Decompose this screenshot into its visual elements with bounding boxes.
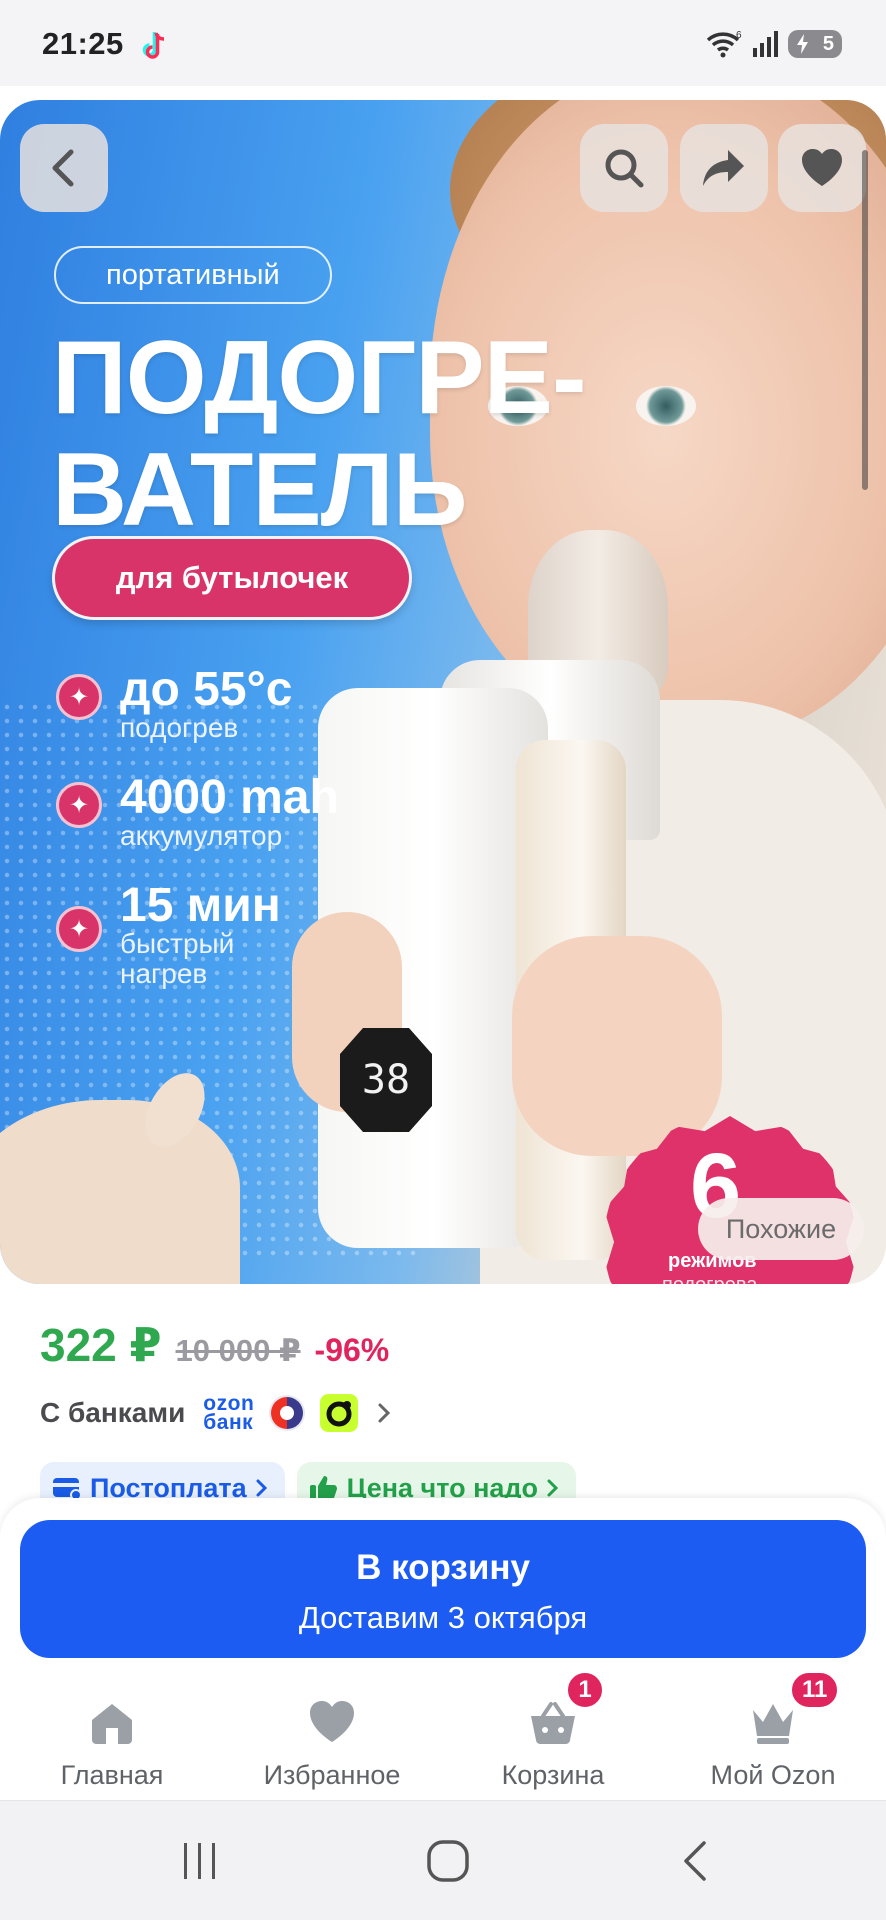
product-image-carousel[interactable]: 38 портативный ПОДОГРЕ- ВАТЕЛЬ для бутыл… — [0, 100, 886, 1284]
chevron-right-icon — [256, 1479, 267, 1497]
price-old: 10 000 ₽ — [175, 1333, 301, 1368]
back-button[interactable] — [20, 124, 108, 212]
status-bar: 21:25 6 5 — [0, 0, 886, 86]
signal-icon — [753, 31, 778, 57]
heart-icon — [310, 1701, 354, 1742]
my-ozon-count-badge: 11 — [789, 1670, 841, 1710]
share-icon — [703, 150, 744, 186]
home-icon — [92, 1704, 132, 1744]
price-current: 322 ₽ — [40, 1319, 162, 1371]
recent-apps-icon — [184, 1843, 215, 1879]
chevron-left-icon — [52, 149, 74, 187]
nav-item-home[interactable]: Главная — [2, 1684, 222, 1800]
subtitle-pill: для бутылочек — [52, 536, 412, 620]
add-to-cart-label: В корзину — [356, 1548, 530, 1587]
product-tag: портативный — [54, 246, 332, 304]
bank-logo-icon — [269, 1395, 306, 1431]
share-button[interactable] — [680, 124, 768, 212]
favorite-button[interactable] — [778, 124, 866, 212]
product-headline: ПОДОГРЕ- ВАТЕЛЬ — [52, 320, 587, 548]
heart-icon — [802, 149, 842, 186]
back-chevron-icon — [684, 1841, 706, 1881]
bottom-sheet: В корзину Доставим 3 октября Главная Изб… — [0, 1498, 886, 1800]
delivery-date: Доставим 3 октября — [298, 1600, 588, 1635]
crown-icon — [753, 1704, 793, 1744]
charging-bolt-icon — [797, 34, 808, 54]
nav-item-favorites[interactable]: Избранное — [222, 1684, 442, 1800]
svg-text:6: 6 — [736, 30, 742, 41]
temperature-display: 38 — [340, 1028, 432, 1132]
system-back-button[interactable] — [666, 1835, 726, 1887]
cart-count-badge: 1 — [565, 1670, 605, 1710]
bank-logo-icon — [320, 1394, 359, 1432]
recent-apps-button[interactable] — [170, 1835, 230, 1887]
banks-label: С банками — [40, 1397, 186, 1428]
similar-products-button[interactable]: Похожие — [698, 1198, 864, 1260]
chevron-right-icon — [547, 1479, 559, 1497]
battery-level: 5 — [822, 32, 834, 55]
search-button[interactable] — [580, 124, 668, 212]
system-navigation-bar — [0, 1800, 886, 1920]
image-scroll-indicator — [862, 150, 868, 490]
discount-badge: -96% — [314, 1332, 390, 1368]
home-circle-icon — [427, 1840, 469, 1882]
sparkle-icon: ✦ — [56, 782, 102, 828]
nav-item-my-ozon[interactable]: Мой Ozon 11 — [663, 1670, 883, 1800]
sparkle-icon: ✦ — [56, 906, 102, 952]
chevron-right-icon — [378, 1403, 391, 1423]
price-row: 322 ₽ 10 000 ₽ -96% — [40, 1318, 389, 1378]
add-to-cart-button[interactable]: В корзину Доставим 3 октября — [20, 1520, 866, 1658]
wifi-icon: 6 — [706, 30, 742, 58]
bottom-navigation: Главная Избранное Корзина 1 Мой Ozon 11 — [0, 1670, 886, 1800]
battery-indicator: 5 — [788, 30, 842, 58]
tiktok-icon — [142, 32, 165, 59]
ozon-bank-logo: ozon банк — [203, 1392, 255, 1434]
bank-offers-link[interactable]: С банками ozon банк — [40, 1386, 394, 1440]
status-time: 21:25 — [42, 26, 124, 61]
sparkle-icon: ✦ — [56, 674, 102, 720]
nav-item-cart[interactable]: Корзина 1 — [443, 1670, 663, 1800]
home-button[interactable] — [418, 1835, 478, 1887]
search-icon — [605, 149, 644, 188]
